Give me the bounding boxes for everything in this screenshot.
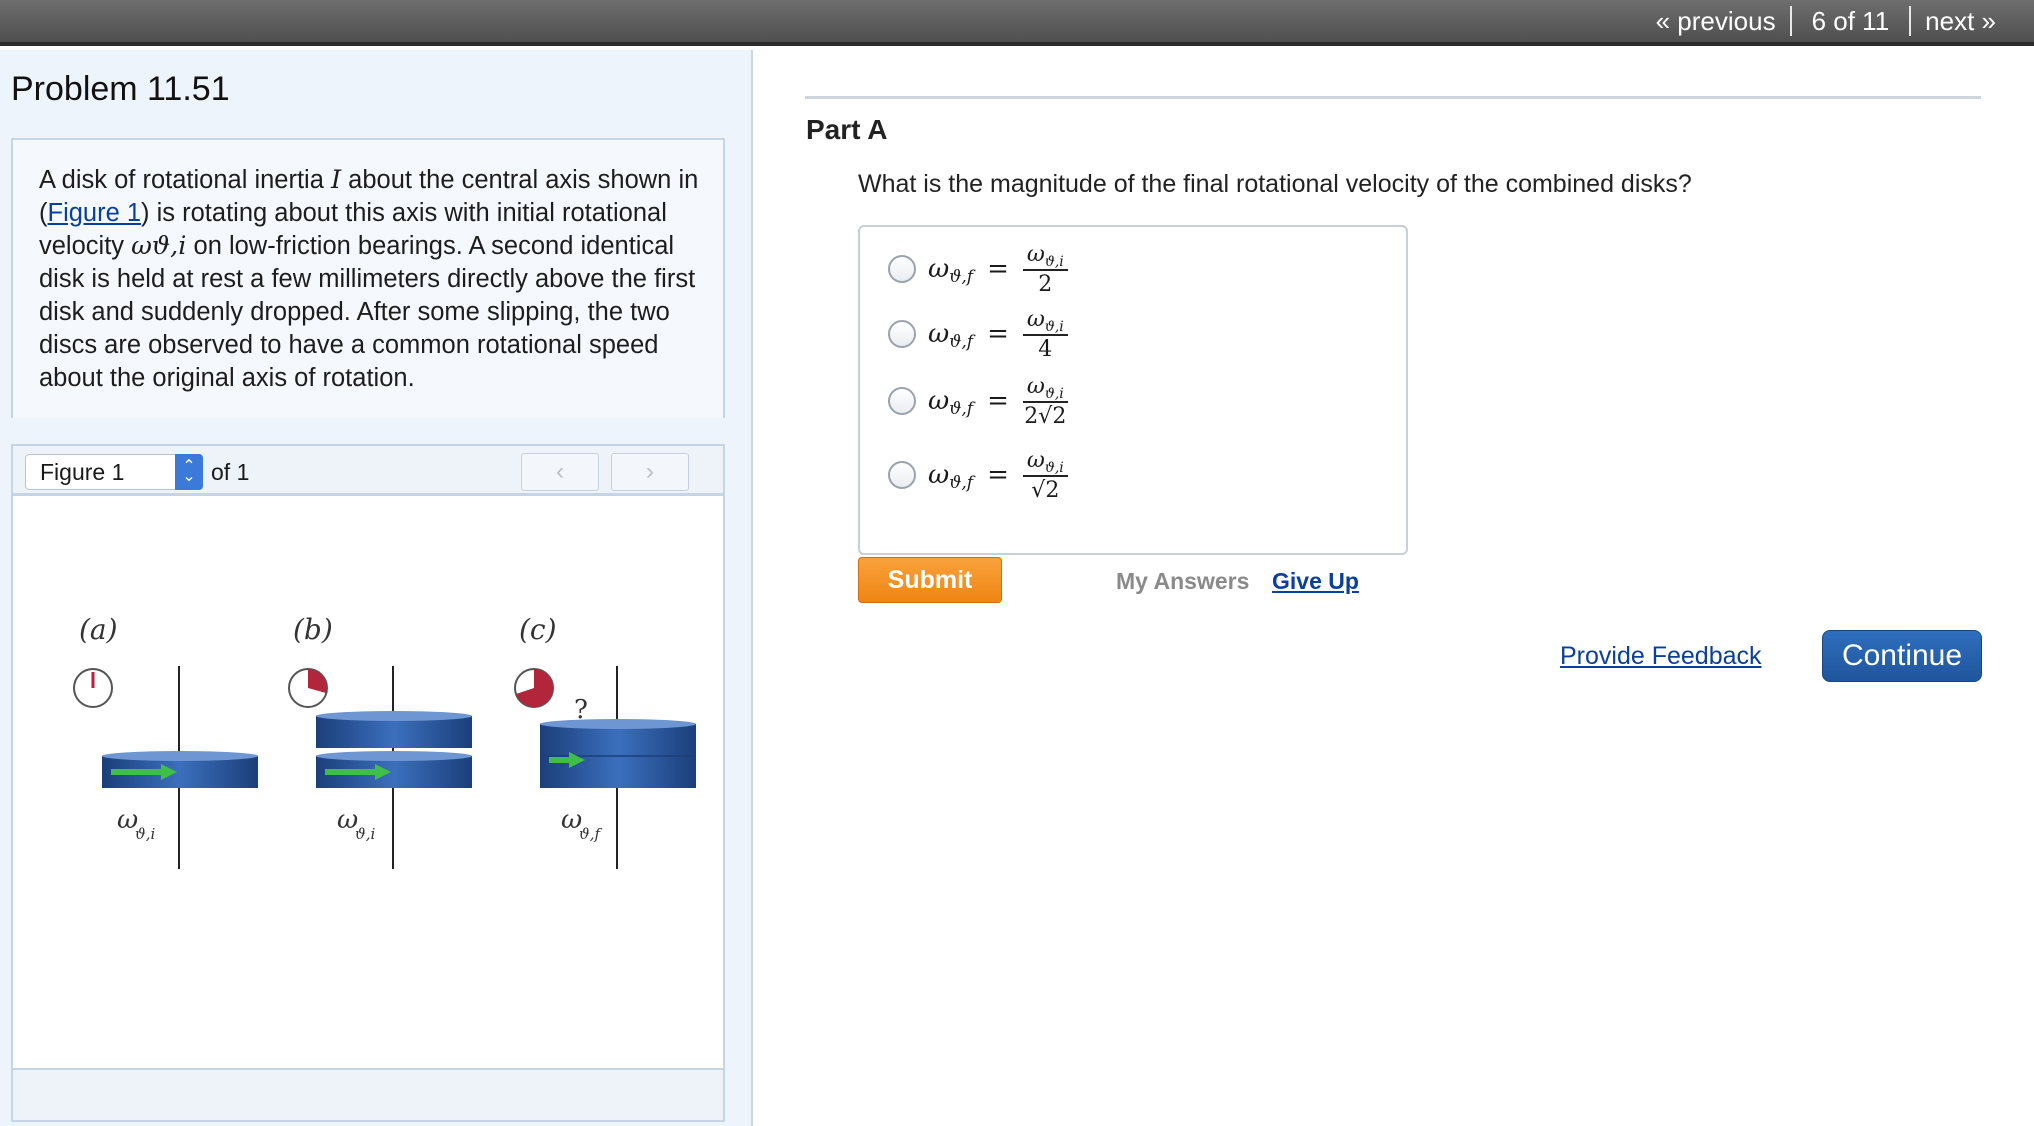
figure-toolbar: Figure 1 ⌃ ⌄ of 1 ‹ › <box>13 446 723 496</box>
provide-feedback-link[interactable]: Provide Feedback <box>1560 642 1762 671</box>
select-arrows-icon: ⌃ ⌄ <box>175 454 203 490</box>
stopwatch-icon <box>288 668 328 708</box>
equals-sign: = <box>987 319 1009 349</box>
figure-prev-button[interactable]: ‹ <box>521 453 599 491</box>
problem-statement-box: A disk of rotational inertia I about the… <box>11 138 725 418</box>
submit-button[interactable]: Submit <box>858 557 1002 603</box>
problem-statement: A disk of rotational inertia I about the… <box>39 164 709 395</box>
eq-lhs-sub: ϑ,f <box>949 399 974 419</box>
fraction-numerator: ωϑ,i <box>1022 306 1068 336</box>
next-link[interactable]: next » <box>1911 6 2010 37</box>
previous-link[interactable]: « previous <box>1642 6 1790 37</box>
figure-count: of 1 <box>211 459 250 485</box>
fraction: ωϑ,i 4 <box>1022 306 1068 362</box>
choice-equation: ω ϑ,f = ωϑ,i 2√2 <box>928 374 1068 429</box>
choice-3[interactable]: ω ϑ,f = ωϑ,i 2√2 <box>888 371 1068 431</box>
fraction-denominator: √2 <box>1031 477 1060 503</box>
choice-2[interactable]: ω ϑ,f = ωϑ,i 4 <box>888 304 1068 364</box>
num-symbol: ω <box>1026 306 1045 332</box>
num-sub: ϑ,i <box>1044 253 1064 270</box>
continue-button[interactable]: Continue <box>1822 630 1982 682</box>
divider <box>805 96 1981 99</box>
stopwatch-icon <box>514 668 554 708</box>
figure-select-value: Figure 1 <box>40 458 125 485</box>
equals-sign: = <box>987 254 1009 284</box>
num-sub: ϑ,i <box>1044 459 1064 476</box>
my-answers-link[interactable]: My Answers <box>1116 568 1249 595</box>
choice-equation: ω ϑ,f = ωϑ,i 2 <box>928 242 1068 297</box>
question-text: What is the magnitude of the final rotat… <box>858 170 1692 198</box>
disk-b-top <box>316 711 472 748</box>
problem-title: Problem 11.51 <box>11 70 230 108</box>
equals-sign: = <box>987 460 1009 490</box>
stopwatch-icon <box>73 668 113 708</box>
num-symbol: ω <box>1026 373 1045 399</box>
fraction: ωϑ,i 2√2 <box>1022 373 1068 429</box>
figure-link[interactable]: Figure 1 <box>48 199 142 227</box>
choice-1[interactable]: ω ϑ,f = ωϑ,i 2 <box>888 239 1068 299</box>
eq-lhs-sub: ϑ,f <box>949 332 974 352</box>
num-symbol: ω <box>1026 447 1045 473</box>
answer-choices: ω ϑ,f = ωϑ,i 2 ω ϑ,f = ωϑ,i 4 ωϑ,f = ωϑ,… <box>858 225 1408 555</box>
radio-button[interactable] <box>888 387 916 415</box>
give-up-link[interactable]: Give Up <box>1272 568 1359 595</box>
fraction: ωϑ,i √2 <box>1022 447 1068 503</box>
eq-lhs: ω <box>928 319 950 349</box>
eq-lhs-sub: ϑ,f <box>949 473 974 493</box>
problem-text-part: A disk of rotational inertia <box>39 166 331 194</box>
fraction-denominator: 4 <box>1038 336 1053 362</box>
num-sub: ϑ,i <box>1044 385 1064 402</box>
eq-lhs-sub: ϑ,f <box>949 267 974 287</box>
fraction-numerator: ωϑ,i <box>1022 241 1068 271</box>
fraction: ωϑ,i 2 <box>1022 241 1068 297</box>
eq-lhs: ω <box>928 386 950 416</box>
fraction-denominator: 2 <box>1038 271 1053 297</box>
disk-c-combined <box>540 719 696 788</box>
omega-initial-symbol: ωϑ,i <box>131 231 187 261</box>
omega-sub-a: ϑ,i <box>135 825 155 843</box>
question-panel: Part A What is the magnitude of the fina… <box>755 50 2034 1126</box>
part-title: Part A <box>806 114 888 145</box>
num-symbol: ω <box>1026 241 1045 267</box>
eq-lhs: ω <box>928 460 950 490</box>
figure-footer <box>13 1068 723 1120</box>
figure-select[interactable]: Figure 1 ⌃ ⌄ <box>25 454 203 490</box>
panel-label-a: (a) <box>79 613 118 646</box>
inertia-symbol: I <box>331 165 342 195</box>
equals-sign: = <box>987 386 1009 416</box>
choice-equation: ω ϑ,f = ωϑ,i √2 <box>928 448 1068 503</box>
fraction-numerator: ωϑ,i <box>1022 373 1068 403</box>
top-bar: « previous 6 of 11 next » <box>0 0 2034 46</box>
choice-4[interactable]: ω ϑ,f = ωϑ,i √2 <box>888 445 1068 505</box>
fraction-numerator: ωϑ,i <box>1022 447 1068 477</box>
omega-sub-c: ϑ,f <box>579 825 602 843</box>
figure-illustration: (a) ω ϑ,i (b) ω ϑ,i (c) ? ω ϑ,f <box>73 613 696 869</box>
fraction-denominator: 2√2 <box>1024 403 1067 429</box>
chevron-right-icon: › <box>646 458 654 485</box>
radio-button[interactable] <box>888 255 916 283</box>
num-sub: ϑ,i <box>1044 318 1064 335</box>
eq-lhs: ω <box>928 254 950 284</box>
panel-label-c: (c) <box>519 613 557 646</box>
top-navigation: « previous 6 of 11 next » <box>1642 0 2010 42</box>
figure-next-button[interactable]: › <box>611 453 689 491</box>
figure-panel: Figure 1 ⌃ ⌄ of 1 ‹ › (a) ω ϑ,i (b) ω ϑ,… <box>11 444 725 1122</box>
panel-label-b: (b) <box>293 613 333 646</box>
radio-button[interactable] <box>888 320 916 348</box>
radio-button[interactable] <box>888 461 916 489</box>
problem-panel: Problem 11.51 A disk of rotational inert… <box>0 50 753 1126</box>
chevron-left-icon: ‹ <box>556 458 564 485</box>
choice-equation: ω ϑ,f = ωϑ,i 4 <box>928 307 1068 362</box>
omega-sub-b: ϑ,i <box>355 825 375 843</box>
page-indicator: 6 of 11 <box>1811 5 1890 36</box>
